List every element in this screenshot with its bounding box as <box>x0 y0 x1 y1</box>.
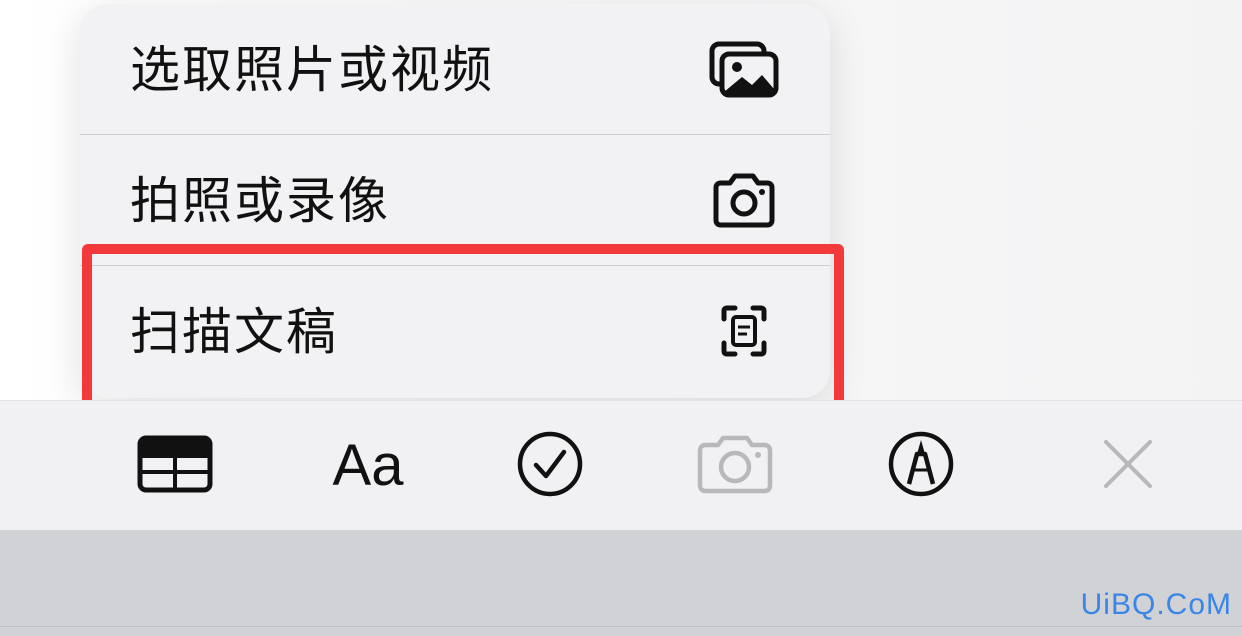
markup-button[interactable] <box>881 431 961 501</box>
watermark-text: UiBQ.CoM <box>1080 588 1232 621</box>
menu-item-label: 拍照或录像 <box>130 172 390 230</box>
close-icon <box>1100 436 1156 496</box>
photo-library-icon <box>708 39 780 99</box>
camera-icon <box>694 433 776 499</box>
checklist-icon <box>516 430 584 502</box>
camera-icon <box>708 170 780 230</box>
menu-item-scan-documents[interactable]: 扫描文稿 <box>80 266 830 396</box>
keyboard-tray <box>0 530 1242 636</box>
checklist-button[interactable] <box>510 431 590 501</box>
notes-toolbar: Aa <box>0 400 1242 530</box>
camera-button[interactable] <box>695 431 775 501</box>
table-icon <box>136 434 214 498</box>
markup-pen-icon <box>887 430 955 502</box>
menu-item-take-photo-or-video[interactable]: 拍照或录像 <box>80 135 830 265</box>
close-button[interactable] <box>1088 431 1168 501</box>
menu-item-label: 选取照片或视频 <box>130 41 494 99</box>
menu-item-choose-photo-or-video[interactable]: 选取照片或视频 <box>80 4 830 134</box>
divider <box>0 626 1242 627</box>
text-format-icon: Aa <box>332 433 404 498</box>
insert-attachment-menu: 选取照片或视频 拍照或录像 扫描文稿 <box>80 4 830 398</box>
table-button[interactable] <box>135 431 215 501</box>
text-format-button[interactable]: Aa <box>328 431 408 501</box>
document-scan-icon <box>708 301 780 361</box>
menu-item-label: 扫描文稿 <box>130 303 338 361</box>
